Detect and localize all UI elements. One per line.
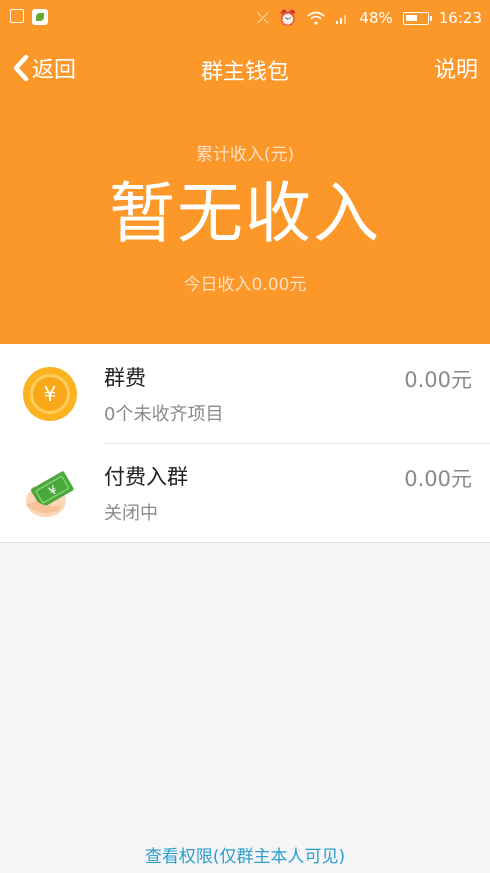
status-time: 16:23 [438,9,482,27]
row-amount: 0.00元 [404,467,472,491]
alarm-icon: ⏰ [278,9,298,27]
row-title: 付费入群 [104,465,188,489]
status-left [10,9,48,25]
help-button[interactable]: 说明 [434,52,478,84]
row-subtitle: 0个未收齐项目 [104,404,224,425]
list-item-group-fee[interactable]: ¥ 群费 0个未收齐项目 0.00元 [0,344,490,443]
status-bar: ⤫ ⏰ 48% 16:23 [0,0,490,38]
nfc-icon: ⤫ [256,9,269,27]
view-permission-link[interactable]: 查看权限(仅群主本人可见) [0,842,490,867]
status-right: ⤫ ⏰ 48% 16:23 [257,8,482,28]
today-income: 今日收入0.00元 [183,275,307,295]
nav-bar: 返回 群主钱包 说明 [0,44,490,94]
signal-icon [336,15,347,24]
wallet-list: ¥ 群费 0个未收齐项目 0.00元 ¥ 付费入群 关闭中 0.00元 [0,344,490,543]
list-item-paid-join[interactable]: ¥ 付费入群 关闭中 0.00元 [0,443,490,542]
row-amount: 0.00元 [404,368,472,392]
app-notification-icon [32,9,48,25]
row-title: 群费 [104,366,146,390]
svg-text:¥: ¥ [44,382,57,406]
row-subtitle: 关闭中 [104,503,158,524]
wallet-page: ⤫ ⏰ 48% 16:23 返回 群主钱包 说明 累计收入(元) 暂无收入 今日… [0,0,490,873]
yuan-coin-icon: ¥ [23,367,77,421]
header-panel: ⤫ ⏰ 48% 16:23 返回 群主钱包 说明 累计收入(元) 暂无收入 今日… [0,0,490,344]
hand-money-icon: ¥ [26,471,74,517]
screenshot-icon [10,9,24,23]
page-title: 群主钱包 [200,60,289,85]
battery-icon [402,11,432,25]
total-income-value: 暂无收入 [109,175,381,252]
wifi-icon [307,11,325,25]
battery-percent: 48% [359,9,393,27]
